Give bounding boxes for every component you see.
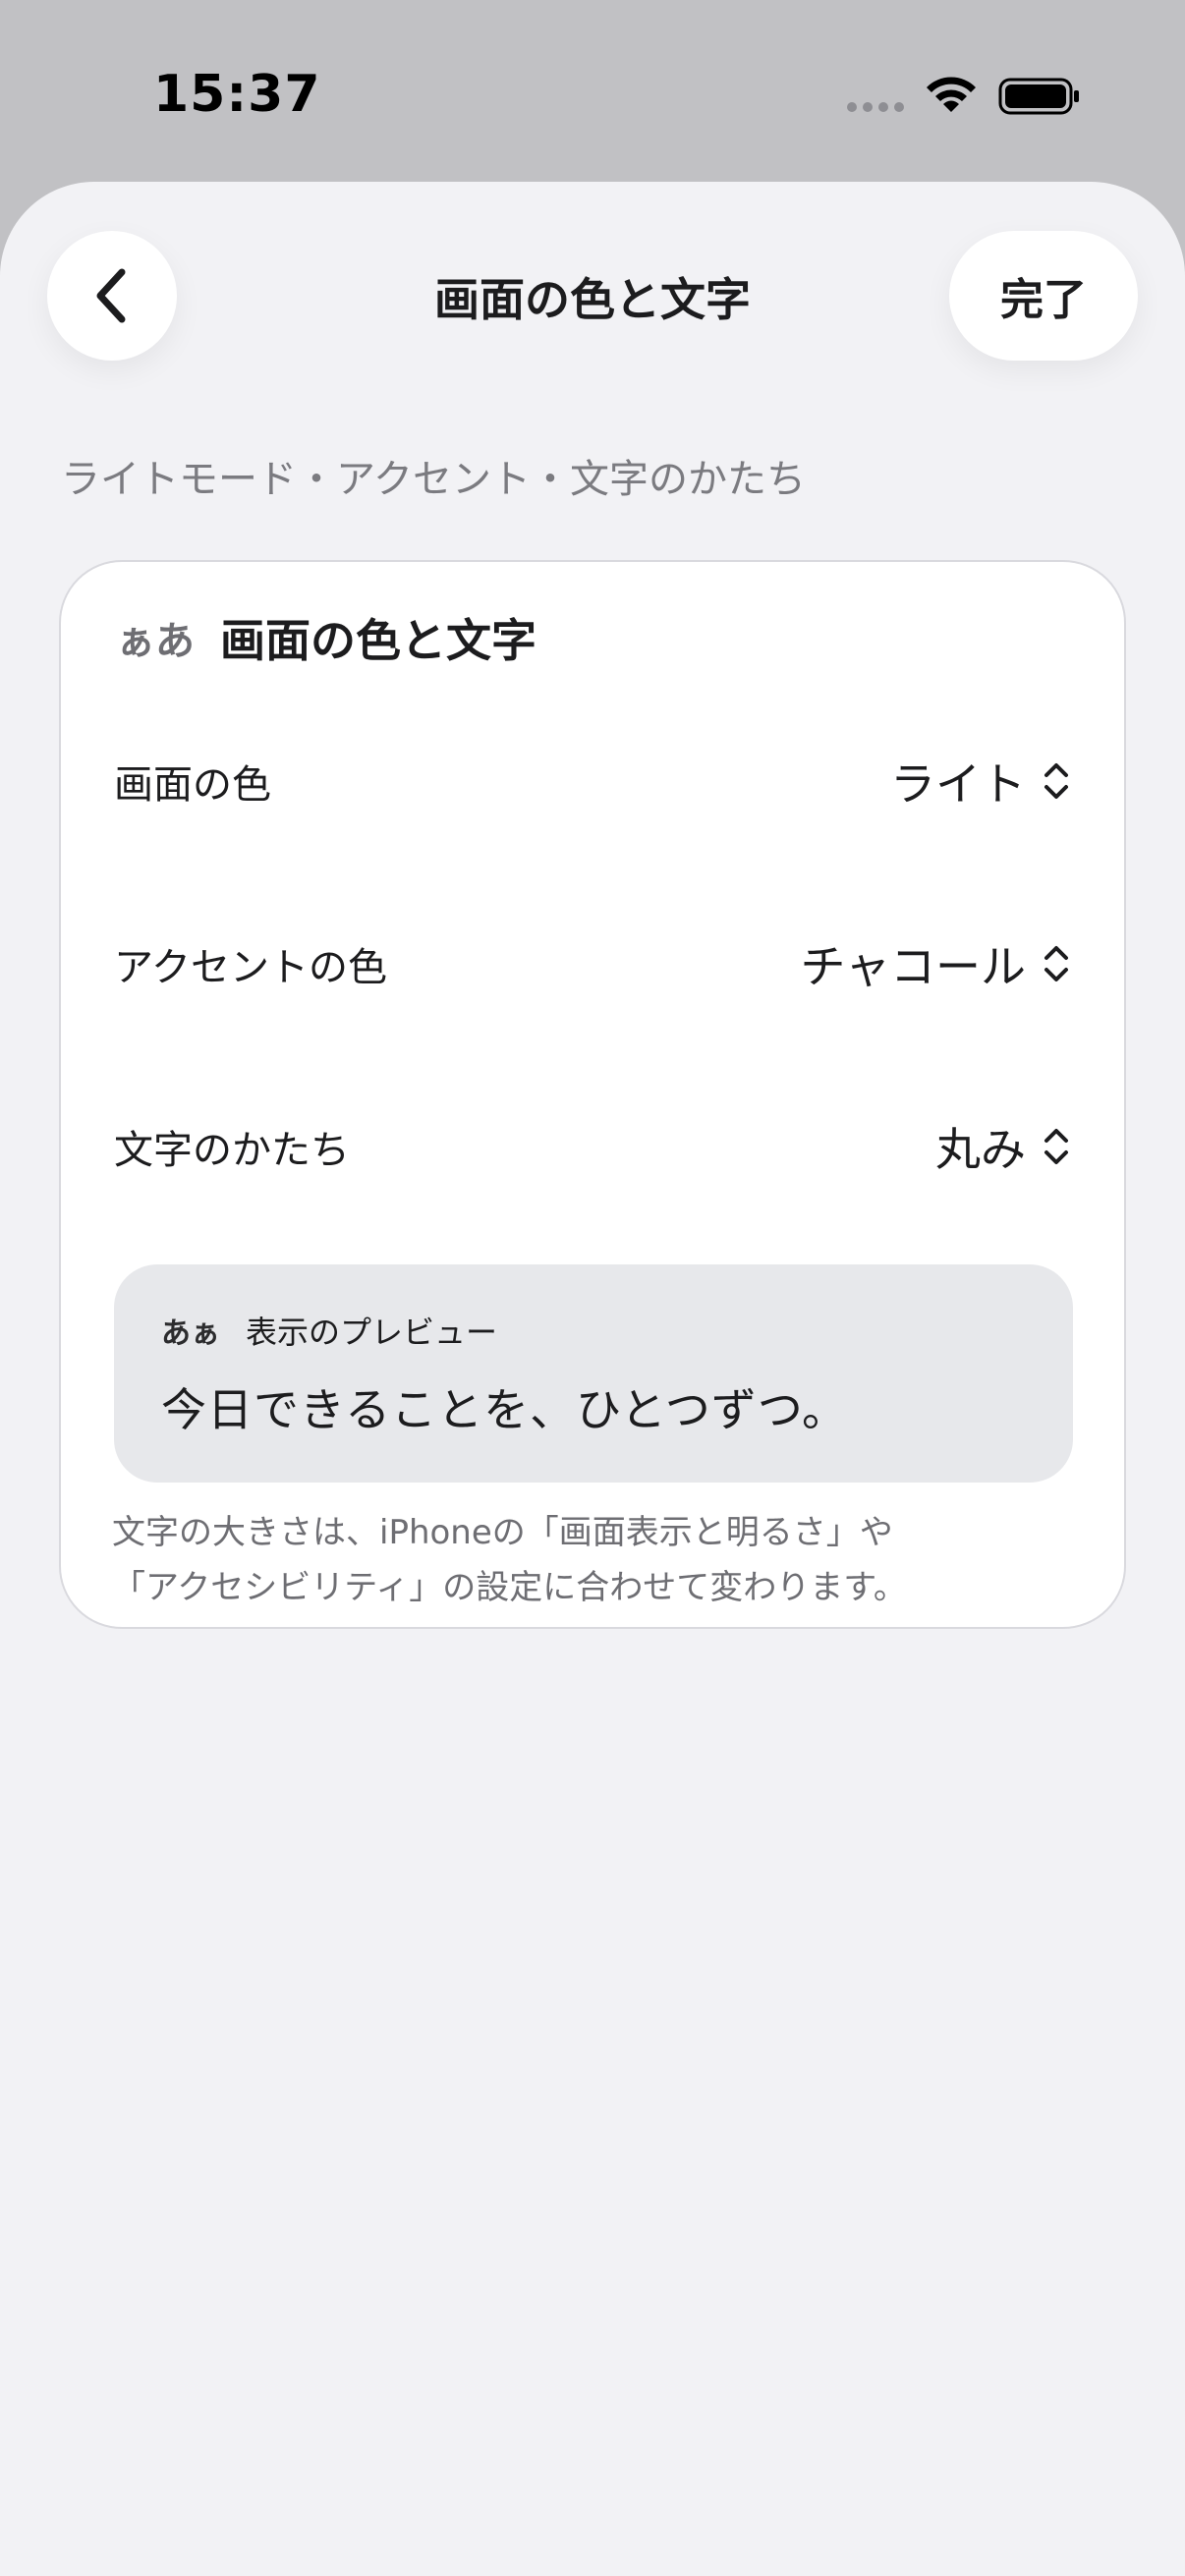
settings-sheet: 画面の色と文字 完了 ライトモード・アクセント・文字のかたち ぁあ 画面の色と文… — [0, 182, 1185, 2576]
screen-color-row[interactable]: 画面の色 ライト — [114, 742, 1071, 820]
preview-sample-text: 今日できることを、ひとつずつ。 — [161, 1383, 849, 1436]
font-shape-picker[interactable]: 丸み — [935, 1114, 1071, 1179]
card-header: ぁあ 画面の色と文字 — [116, 605, 536, 670]
preview-header: あぁ 表示のプレビュー — [161, 1308, 497, 1353]
screen-color-picker[interactable]: ライト — [890, 749, 1071, 813]
section-subtitle: ライトモード・アクセント・文字のかたち — [61, 457, 806, 502]
chevron-up-down-icon — [1044, 763, 1068, 799]
status-bar: 15:37 — [0, 0, 1185, 182]
text-style-icon: ぁあ — [116, 619, 195, 664]
font-size-note-line-1: 文字の大きさは、iPhoneの「画面表示と明るさ」や — [112, 1513, 893, 1552]
screen-color-value: ライト — [890, 757, 1026, 811]
preview-text-icon: あぁ — [161, 1316, 220, 1351]
accent-color-picker[interactable]: チャコール — [800, 931, 1071, 996]
preview-label: 表示のプレビュー — [246, 1314, 498, 1351]
font-size-note: 文字の大きさは、iPhoneの「画面表示と明るさ」や 「アクセシビリティ」の設定… — [112, 1505, 1075, 1615]
font-shape-label: 文字のかたち — [114, 1128, 350, 1173]
battery-icon — [998, 78, 1079, 115]
display-settings-card: ぁあ 画面の色と文字 画面の色 ライト アクセントの色 チャコール 文字のかたち… — [59, 560, 1126, 1629]
done-button[interactable]: 完了 — [949, 231, 1138, 361]
chevron-up-down-icon — [1044, 1129, 1068, 1164]
accent-color-label: アクセントの色 — [114, 945, 387, 990]
signal-dots-icon — [847, 102, 904, 112]
accent-color-row[interactable]: アクセントの色 チャコール — [114, 924, 1071, 1003]
display-preview: あぁ 表示のプレビュー 今日できることを、ひとつずつ。 — [114, 1264, 1073, 1483]
font-shape-value: 丸み — [935, 1123, 1026, 1176]
screen-color-label: 画面の色 — [114, 762, 271, 808]
font-shape-row[interactable]: 文字のかたち 丸み — [114, 1107, 1071, 1186]
chevron-up-down-icon — [1044, 946, 1068, 981]
status-time: 15:37 — [153, 65, 321, 124]
card-title: 画面の色と文字 — [220, 614, 536, 667]
wifi-icon — [927, 77, 976, 112]
font-size-note-line-2: 「アクセシビリティ」の設定に合わせて変わります。 — [112, 1568, 907, 1607]
accent-color-value: チャコール — [800, 940, 1026, 993]
